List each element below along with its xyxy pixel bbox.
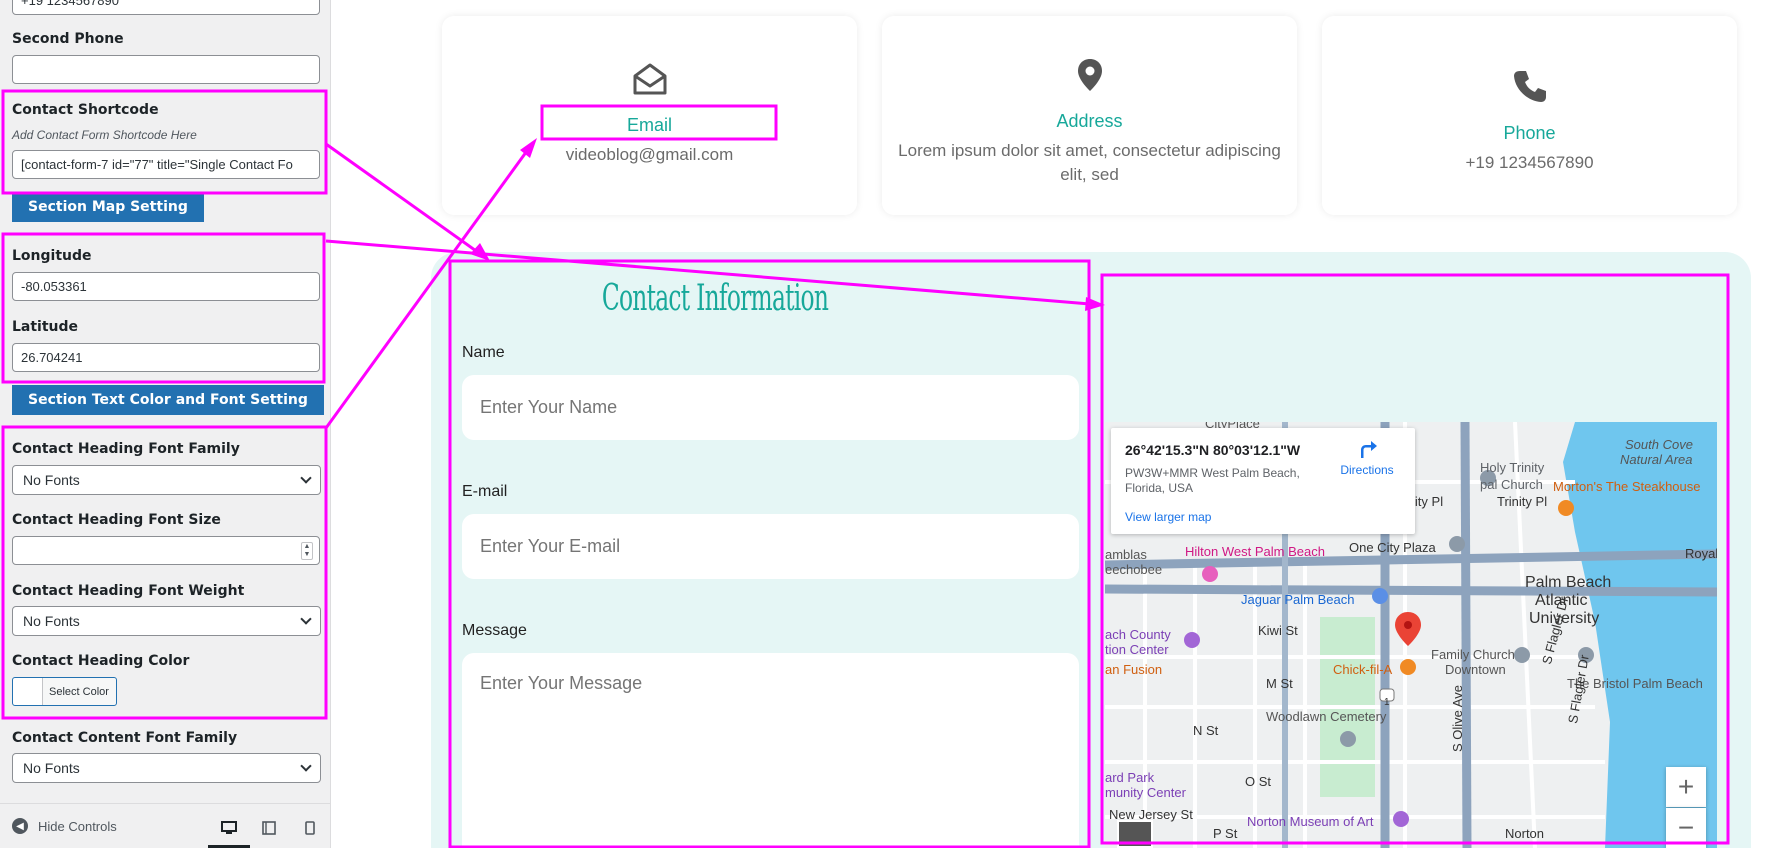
map-label: Holy Trinity — [1480, 460, 1545, 475]
chevron-down-icon — [300, 760, 312, 772]
hide-controls-button[interactable]: Hide Controls — [38, 819, 117, 834]
shortcode-field[interactable]: [contact-form-7 id="77" title="Single Co… — [12, 150, 320, 179]
chevron-down-icon — [300, 613, 312, 625]
map-thumbnail[interactable] — [1117, 820, 1153, 848]
heading-font-weight-value: No Fonts — [23, 613, 80, 629]
heading-font-family-value: No Fonts — [23, 472, 80, 488]
map-label: Hilton West Palm Beach — [1185, 544, 1325, 559]
color-swatch — [13, 678, 43, 705]
content-font-family-value: No Fonts — [23, 760, 80, 776]
second-phone-label: Second Phone — [12, 31, 124, 47]
spinner-icon[interactable]: ▲ ▼ — [301, 542, 313, 560]
map-label: One City Plaza — [1349, 540, 1436, 555]
map-label: Trinity Pl — [1497, 494, 1548, 509]
shortcode-description: Add Contact Form Shortcode Here — [12, 128, 197, 142]
select-color-label: Select Color — [49, 685, 109, 698]
map-label: S Olive Ave — [1450, 685, 1465, 752]
zoom-in-button[interactable]: + — [1666, 767, 1706, 807]
map-label: N St — [1193, 723, 1219, 738]
view-larger-map-link[interactable]: View larger map — [1125, 510, 1211, 524]
zoom-out-button[interactable]: − — [1666, 808, 1706, 848]
longitude-label: Longitude — [12, 248, 92, 264]
customizer-panel: +19 1234567890 Second Phone Contact Shor… — [0, 0, 331, 848]
map-label: 1 — [1384, 697, 1390, 708]
longitude-field[interactable]: -80.053361 — [12, 272, 320, 301]
heading-font-size-field[interactable]: ▲ ▼ — [12, 536, 320, 565]
phone-card-value: +19 1234567890 — [1465, 153, 1594, 172]
map-label: ach County — [1105, 627, 1171, 642]
heading-font-weight-label: Contact Heading Font Weight — [12, 583, 245, 599]
map-label: M St — [1266, 676, 1293, 691]
map-label: Norton — [1505, 826, 1545, 841]
phone-field[interactable]: +19 1234567890 — [12, 0, 320, 15]
latitude-label: Latitude — [12, 319, 79, 335]
email-card: Email videoblog@gmail.com — [442, 16, 857, 215]
email-input[interactable]: Enter Your E-mail — [462, 514, 1079, 579]
content-font-family-select[interactable]: No Fonts — [12, 753, 321, 783]
name-label: Name — [462, 344, 505, 361]
email-label: E-mail — [462, 483, 508, 500]
message-textarea[interactable]: Enter Your Message — [462, 653, 1079, 848]
heading-font-family-label: Contact Heading Font Family — [12, 441, 240, 457]
map-label: Chick-fil-A — [1333, 662, 1393, 677]
message-label: Message — [462, 622, 527, 639]
email-card-title: Email — [626, 115, 672, 135]
tablet-preview-icon[interactable] — [260, 820, 278, 836]
map-label: eechobee — [1105, 562, 1163, 577]
directions-label: Directions — [1340, 463, 1394, 477]
map-address: PW3W+MMR West Palm Beach, Florida, USA — [1125, 466, 1300, 495]
map-label: South Cove — [1625, 437, 1693, 452]
address-card-value: Lorem ipsum dolor sit amet, consectetur … — [898, 141, 1281, 184]
map-label: Downtown — [1445, 662, 1506, 677]
mobile-preview-icon[interactable] — [301, 820, 319, 836]
directions-icon — [1361, 441, 1377, 458]
map-label: Palm Beach — [1525, 574, 1612, 591]
phone-card: Phone +19 1234567890 — [1322, 16, 1737, 215]
heading-color-label: Contact Heading Color — [12, 653, 190, 669]
phone-card-title: Phone — [1503, 123, 1556, 143]
chevron-down-icon — [300, 472, 312, 484]
map-label: Norton Museum of Art — [1247, 814, 1374, 829]
address-card-title: Address — [1056, 111, 1123, 131]
map-label: munity Center — [1105, 785, 1186, 800]
map-label: Royal — [1685, 546, 1717, 561]
section-map-setting-button[interactable]: Section Map Setting — [12, 192, 204, 222]
map-label: P St — [1213, 826, 1238, 841]
map-label: Morton's The Steakhouse — [1553, 479, 1701, 494]
map-label: Kiwi St — [1258, 623, 1298, 638]
map-label: Jaguar Palm Beach — [1241, 592, 1355, 607]
heading-font-family-select[interactable]: No Fonts — [12, 465, 321, 495]
phone-icon — [1513, 69, 1547, 108]
map-info-card: 26°42'15.3"N 80°03'12.1"W PW3W+MMR West … — [1111, 428, 1415, 534]
map-label: an Fusion — [1105, 662, 1163, 677]
map-label: ard Park — [1105, 770, 1155, 785]
select-color-button[interactable]: Select Color — [12, 677, 117, 706]
desktop-preview-icon[interactable] — [208, 820, 250, 848]
map-label: Natural Area — [1620, 452, 1693, 467]
map-label: amblas — [1105, 547, 1147, 562]
map-coordinates: 26°42'15.3"N 80°03'12.1"W — [1125, 442, 1301, 458]
map-label: Family Church — [1431, 647, 1515, 662]
map-label: tion Center — [1105, 642, 1169, 657]
shortcode-label: Contact Shortcode — [12, 102, 159, 118]
second-phone-field[interactable] — [12, 55, 320, 84]
map-label: pal Church — [1480, 477, 1543, 492]
site-preview: Email videoblog@gmail.com Address Lorem … — [331, 0, 1766, 848]
envelope-open-icon — [632, 61, 668, 102]
section-text-color-button[interactable]: Section Text Color and Font Setting — [12, 385, 324, 415]
directions-button[interactable]: Directions — [1337, 438, 1397, 477]
content-font-family-label: Contact Content Font Family — [12, 730, 238, 746]
map-label: O St — [1245, 774, 1272, 789]
map-pin-icon — [1077, 58, 1103, 97]
heading-font-size-label: Contact Heading Font Size — [12, 512, 221, 528]
heading-font-weight-select[interactable]: No Fonts — [12, 606, 321, 636]
email-card-value: videoblog@gmail.com — [565, 145, 734, 164]
latitude-field[interactable]: 26.704241 — [12, 343, 320, 372]
contact-heading: Contact Information — [601, 278, 829, 319]
address-card: Address Lorem ipsum dolor sit amet, cons… — [882, 16, 1297, 215]
hide-controls-icon[interactable]: ◀ — [12, 818, 28, 834]
map-label: Woodlawn Cemetery — [1266, 709, 1387, 724]
panel-footer: ◀ Hide Controls — [0, 803, 330, 848]
name-input[interactable]: Enter Your Name — [462, 375, 1079, 440]
